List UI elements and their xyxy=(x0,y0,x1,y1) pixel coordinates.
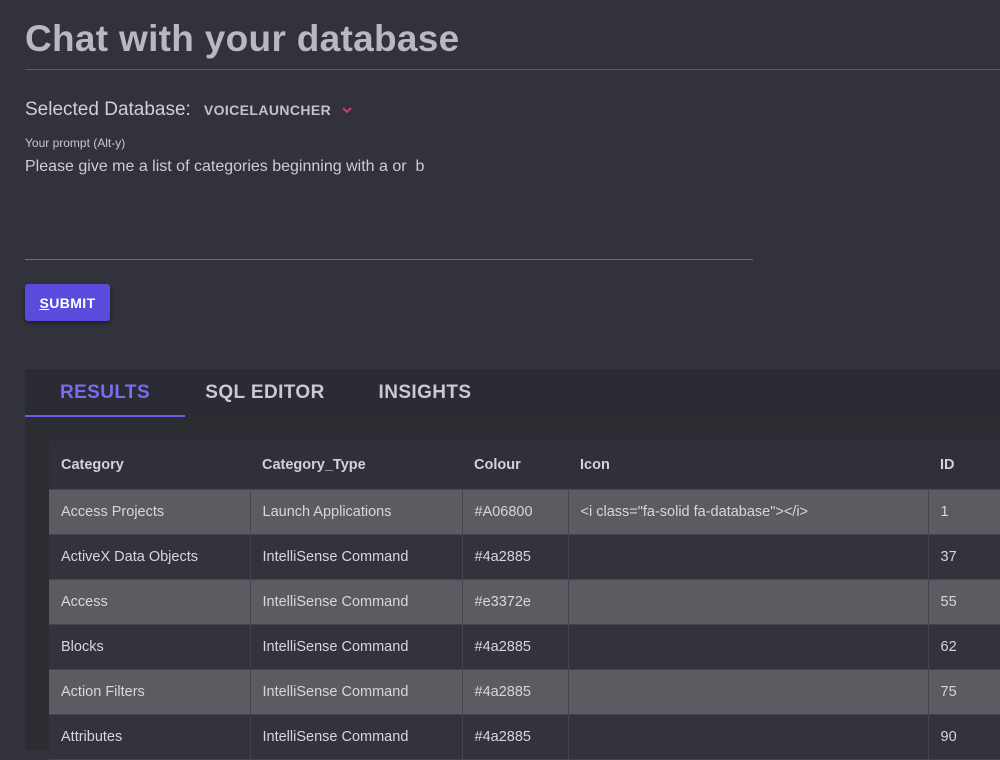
column-header-icon[interactable]: Icon xyxy=(568,441,928,490)
table-row[interactable]: Attributes IntelliSense Command #4a2885 … xyxy=(49,714,1000,760)
column-header-category[interactable]: Category xyxy=(49,441,250,490)
table-row[interactable]: Action Filters IntelliSense Command #4a2… xyxy=(49,669,1000,715)
cell-category: Access xyxy=(49,579,251,625)
cell-category: Action Filters xyxy=(49,669,251,715)
cell-icon xyxy=(568,579,929,625)
selected-database-label: Selected Database: xyxy=(25,99,191,120)
table-row[interactable]: Access Projects Launch Applications #A06… xyxy=(49,489,1000,535)
cell-icon xyxy=(568,669,929,715)
prompt-textarea[interactable]: Please give me a list of categories begi… xyxy=(25,158,424,176)
cell-icon xyxy=(568,624,929,670)
column-header-id[interactable]: ID xyxy=(928,441,1000,490)
submit-button[interactable]: SUBMIT xyxy=(25,284,110,321)
results-table: Category Category_Type Colour Icon ID Ac… xyxy=(49,441,1000,760)
table-header-row: Category Category_Type Colour Icon ID xyxy=(49,441,1000,490)
column-header-colour[interactable]: Colour xyxy=(462,441,568,490)
title-divider xyxy=(25,69,1000,70)
cell-category: Access Projects xyxy=(49,489,251,535)
cell-icon xyxy=(568,714,929,760)
prompt-underline xyxy=(25,259,753,260)
cell-colour: #4a2885 xyxy=(462,624,569,670)
cell-icon: <i class="fa-solid fa-database"></i> xyxy=(568,489,929,535)
tab-insights[interactable]: INSIGHTS xyxy=(345,369,505,417)
prompt-label: Your prompt (Alt-y) xyxy=(25,136,126,150)
cell-id: 75 xyxy=(928,669,1000,715)
cell-colour: #4a2885 xyxy=(462,669,569,715)
table-row[interactable]: Blocks IntelliSense Command #4a2885 62 xyxy=(49,624,1000,670)
cell-category: Blocks xyxy=(49,624,251,670)
cell-colour: #A06800 xyxy=(462,489,569,535)
database-dropdown-value: VOICELAUNCHER xyxy=(203,102,332,118)
result-tabs: RESULTS SQL EDITOR INSIGHTS xyxy=(25,369,1000,417)
cell-category-type: IntelliSense Command xyxy=(250,624,463,670)
column-header-category-type[interactable]: Category_Type xyxy=(250,441,462,490)
chevron-down-icon[interactable] xyxy=(341,104,353,116)
tab-sql-editor[interactable]: SQL EDITOR xyxy=(185,369,345,417)
cell-category-type: Launch Applications xyxy=(250,489,463,535)
cell-id: 62 xyxy=(928,624,1000,670)
cell-icon xyxy=(568,534,929,580)
cell-category-type: IntelliSense Command xyxy=(250,669,463,715)
cell-colour: #e3372e xyxy=(462,579,569,625)
table-row[interactable]: ActiveX Data Objects IntelliSense Comman… xyxy=(49,534,1000,580)
cell-colour: #4a2885 xyxy=(462,714,569,760)
cell-colour: #4a2885 xyxy=(462,534,569,580)
cell-id: 90 xyxy=(928,714,1000,760)
cell-category-type: IntelliSense Command xyxy=(250,714,463,760)
cell-id: 37 xyxy=(928,534,1000,580)
submit-button-label: UBMIT xyxy=(49,294,96,311)
cell-id: 1 xyxy=(928,489,1000,535)
cell-category-type: IntelliSense Command xyxy=(250,579,463,625)
cell-id: 55 xyxy=(928,579,1000,625)
table-row[interactable]: Access IntelliSense Command #e3372e 55 xyxy=(49,579,1000,625)
tab-results[interactable]: RESULTS xyxy=(25,369,185,417)
cell-category: Attributes xyxy=(49,714,251,760)
cell-category: ActiveX Data Objects xyxy=(49,534,251,580)
submit-button-accesskey: S xyxy=(39,294,50,311)
cell-category-type: IntelliSense Command xyxy=(250,534,463,580)
database-selector-row: Selected Database: VOICELAUNCHER xyxy=(25,99,353,121)
database-dropdown[interactable]: VOICELAUNCHER xyxy=(204,102,353,118)
page-title: Chat with your database xyxy=(25,18,460,59)
